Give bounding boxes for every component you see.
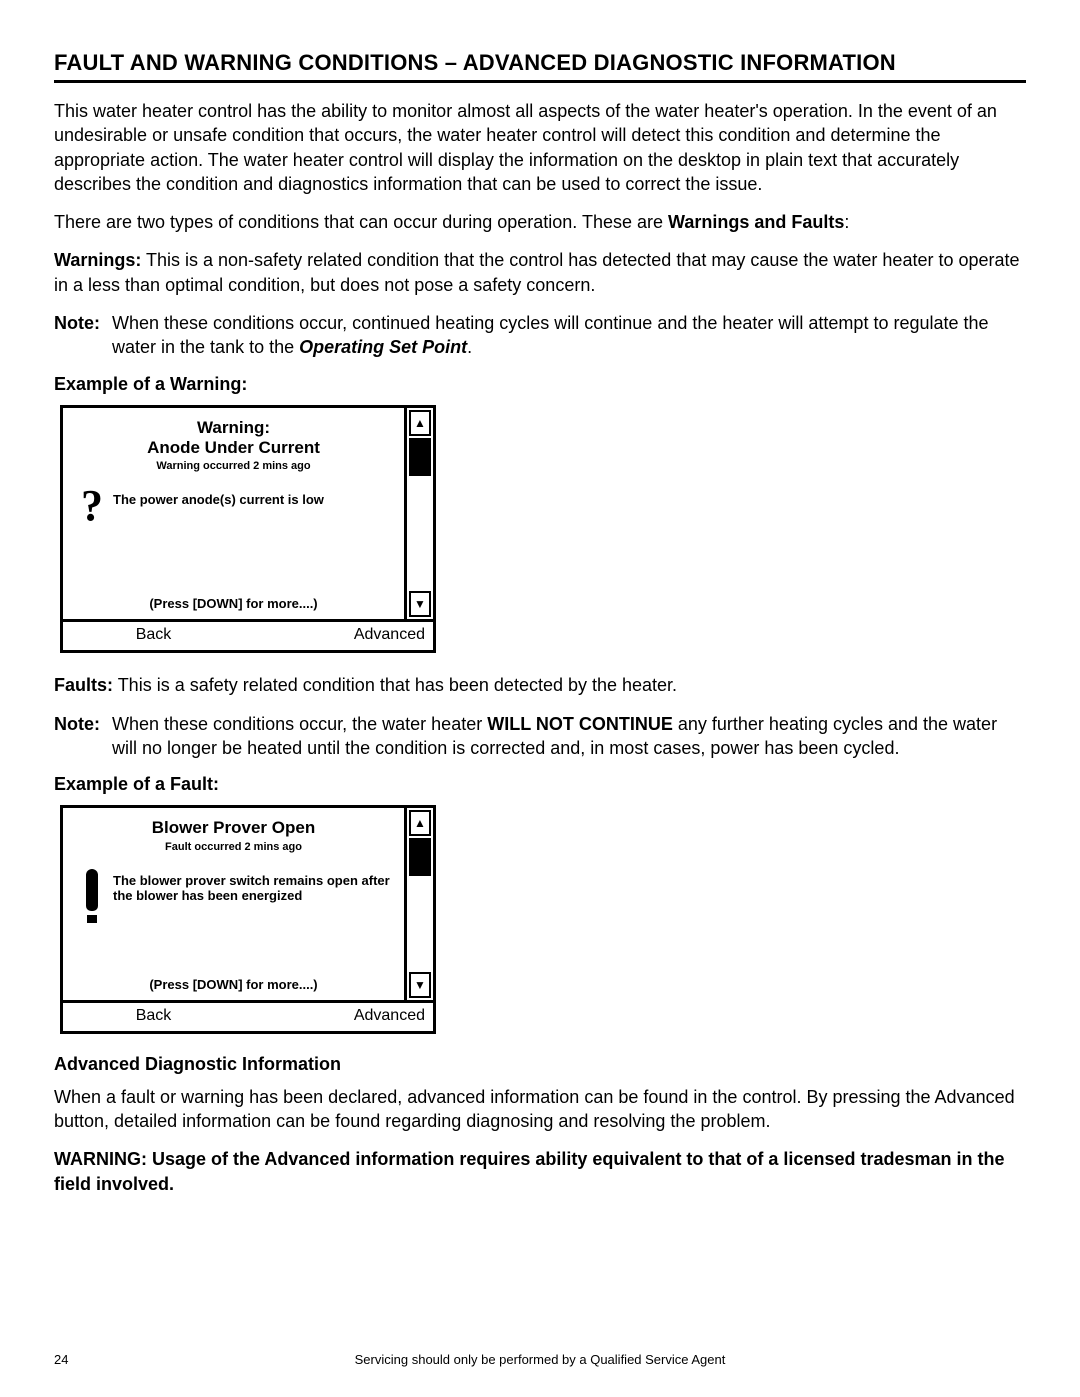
- operating-set-point: Operating Set Point: [299, 337, 467, 357]
- scroll-thumb[interactable]: [409, 438, 431, 476]
- footer-text: Servicing should only be performed by a …: [114, 1352, 966, 1367]
- two-types-pre: There are two types of conditions that c…: [54, 212, 668, 232]
- faults-note-a: When these conditions occur, the water h…: [112, 714, 487, 734]
- page-footer: 24 Servicing should only be performed by…: [54, 1352, 1026, 1367]
- scroll-thumb[interactable]: [409, 838, 431, 876]
- question-icon: ?: [71, 488, 113, 523]
- lcd1-subtitle: Warning occurred 2 mins ago: [71, 460, 396, 472]
- lcd1-back-button[interactable]: Back: [63, 622, 244, 650]
- will-not-continue: WILL NOT CONTINUE: [487, 714, 673, 734]
- lcd1-title2: Anode Under Current: [71, 438, 396, 458]
- lcd2-description: The blower prover switch remains open af…: [113, 869, 396, 903]
- lcd2-scrollbar[interactable]: ▲ ▼: [404, 808, 433, 999]
- warnings-label: Warnings:: [54, 250, 141, 270]
- lcd2-title: Blower Prover Open: [71, 818, 396, 838]
- fault-lcd-panel: Blower Prover Open Fault occurred 2 mins…: [60, 805, 436, 1033]
- scroll-down-icon[interactable]: ▼: [409, 972, 431, 998]
- warnings-paragraph: Warnings: This is a non-safety related c…: [54, 248, 1026, 297]
- advanced-diag-body: When a fault or warning has been declare…: [54, 1085, 1026, 1134]
- lcd2-advanced-button[interactable]: Advanced: [244, 1003, 433, 1031]
- two-types-bold: Warnings and Faults: [668, 212, 844, 232]
- exclamation-icon: [71, 869, 113, 923]
- example-fault-heading: Example of a Fault:: [54, 774, 1026, 795]
- lcd2-subtitle: Fault occurred 2 mins ago: [71, 841, 396, 853]
- faults-note: Note: When these conditions occur, the w…: [54, 712, 1026, 761]
- lcd2-back-button[interactable]: Back: [63, 1003, 244, 1031]
- example-warning-heading: Example of a Warning:: [54, 374, 1026, 395]
- warnings-note-b: .: [467, 337, 472, 357]
- warnings-note-a: When these conditions occur, continued h…: [112, 313, 989, 357]
- note-label: Note:: [54, 311, 112, 360]
- faults-note-body: When these conditions occur, the water h…: [112, 712, 1026, 761]
- two-types-post: :: [844, 212, 849, 232]
- warnings-note: Note: When these conditions occur, conti…: [54, 311, 1026, 360]
- lcd1-more: (Press [DOWN] for more....): [71, 596, 396, 611]
- lcd1-scrollbar[interactable]: ▲ ▼: [404, 408, 433, 620]
- lcd1-title1: Warning:: [71, 418, 396, 438]
- lcd1-description: The power anode(s) current is low: [113, 488, 396, 507]
- scroll-up-icon[interactable]: ▲: [409, 410, 431, 436]
- lcd1-advanced-button[interactable]: Advanced: [244, 622, 433, 650]
- page-number: 24: [54, 1352, 114, 1367]
- condition-types: There are two types of conditions that c…: [54, 210, 1026, 234]
- scroll-up-icon[interactable]: ▲: [409, 810, 431, 836]
- scroll-down-icon[interactable]: ▼: [409, 591, 431, 617]
- note-label-2: Note:: [54, 712, 112, 761]
- advanced-diag-warning: WARNING: Usage of the Advanced informati…: [54, 1147, 1026, 1196]
- intro-paragraph: This water heater control has the abilit…: [54, 99, 1026, 196]
- warnings-note-body: When these conditions occur, continued h…: [112, 311, 1026, 360]
- warning-lcd-panel: Warning: Anode Under Current Warning occ…: [60, 405, 436, 654]
- warnings-body: This is a non-safety related condition t…: [54, 250, 1020, 294]
- title-rule: [54, 80, 1026, 83]
- lcd2-more: (Press [DOWN] for more....): [71, 977, 396, 992]
- faults-label: Faults:: [54, 675, 113, 695]
- page-title: FAULT AND WARNING CONDITIONS – ADVANCED …: [54, 50, 1026, 76]
- faults-body: This is a safety related condition that …: [113, 675, 677, 695]
- advanced-diag-heading: Advanced Diagnostic Information: [54, 1054, 1026, 1075]
- faults-paragraph: Faults: This is a safety related conditi…: [54, 673, 1026, 697]
